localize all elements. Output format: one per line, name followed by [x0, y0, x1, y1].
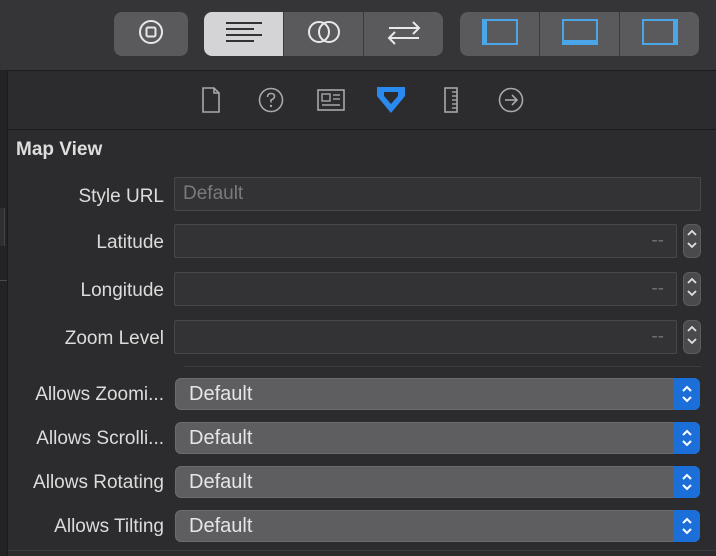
- allows-tilting-popup[interactable]: Default: [175, 510, 700, 542]
- allows-rotating-label: Allows Rotating: [33, 472, 164, 493]
- stop-circle-icon: [138, 19, 164, 50]
- allows-zooming-popup[interactable]: Default: [175, 378, 700, 410]
- toggle-inspector-button[interactable]: [620, 12, 699, 56]
- attributes-icon: [375, 85, 407, 120]
- inspector-panel: Map View Style URL Default Latitude -- L…: [7, 71, 716, 556]
- left-panel-icon: [481, 18, 518, 50]
- allows-scrolling-popup[interactable]: Default: [175, 422, 700, 454]
- allows-scrolling-label: Allows Scrolli...: [36, 428, 164, 449]
- latitude-stepper[interactable]: [683, 224, 701, 258]
- ruler-icon: [443, 86, 459, 118]
- latitude-field[interactable]: --: [174, 224, 677, 258]
- identity-icon: [317, 88, 345, 116]
- standard-editor-button[interactable]: [204, 12, 284, 56]
- version-editor-button[interactable]: [364, 12, 443, 56]
- zoom-level-stepper[interactable]: [683, 320, 701, 354]
- tab-file-inspector[interactable]: [196, 86, 226, 118]
- chevron-up-down-icon: [686, 321, 698, 354]
- overlap-circles-icon: [306, 18, 342, 51]
- right-panel-icon: [641, 18, 678, 50]
- assistant-editor-button[interactable]: [284, 12, 364, 56]
- style-url-label: Style URL: [78, 186, 164, 207]
- zoom-level-value: --: [651, 326, 664, 347]
- latitude-label: Latitude: [96, 232, 164, 253]
- chevron-up-down-icon: [673, 422, 700, 454]
- tab-bar-divider: [8, 129, 716, 130]
- longitude-stepper[interactable]: [683, 272, 701, 306]
- longitude-field[interactable]: --: [174, 272, 677, 306]
- style-url-placeholder: Default: [183, 183, 244, 204]
- toggle-navigator-button[interactable]: [460, 12, 540, 56]
- chevron-up-down-icon: [673, 466, 700, 498]
- allows-tilting-label: Allows Tilting: [54, 516, 164, 537]
- allows-tilting-value: Default: [189, 515, 253, 537]
- allows-scrolling-value: Default: [189, 427, 253, 449]
- allows-zooming-value: Default: [189, 383, 253, 405]
- section-title: Map View: [16, 139, 103, 160]
- tab-identity-inspector[interactable]: [316, 88, 346, 116]
- editor-mode-segmented-control: [204, 12, 443, 56]
- editor-edge-line: [0, 280, 7, 281]
- chevron-up-down-icon: [673, 510, 700, 542]
- toolbar: [0, 0, 716, 71]
- chevron-up-down-icon: [686, 225, 698, 258]
- tab-quick-help[interactable]: [256, 87, 286, 118]
- editor-edge-handle: [0, 208, 5, 246]
- text-lines-icon: [224, 20, 264, 49]
- chevron-up-down-icon: [673, 378, 700, 410]
- zoom-level-field[interactable]: --: [174, 320, 677, 354]
- swap-arrows-icon: [385, 18, 423, 51]
- stop-button[interactable]: [114, 12, 188, 56]
- inspector-tab-bar: [8, 86, 716, 118]
- chevron-up-down-icon: [686, 273, 698, 306]
- tab-size-inspector[interactable]: [436, 86, 466, 118]
- longitude-label: Longitude: [80, 280, 164, 301]
- file-icon: [201, 86, 221, 118]
- allows-zooming-label: Allows Zoomi...: [35, 384, 164, 405]
- longitude-value: --: [651, 278, 664, 299]
- help-icon: [258, 87, 284, 118]
- tab-attributes-inspector[interactable]: [376, 86, 406, 116]
- latitude-value: --: [651, 230, 664, 251]
- zoom-level-label: Zoom Level: [64, 328, 164, 349]
- bottom-panel-icon: [561, 18, 598, 50]
- style-url-field[interactable]: Default: [174, 177, 701, 211]
- tab-connections-inspector[interactable]: [496, 87, 526, 118]
- allows-rotating-popup[interactable]: Default: [175, 466, 700, 498]
- toggle-debug-area-button[interactable]: [540, 12, 620, 56]
- connections-icon: [498, 87, 524, 118]
- bottom-divider: [8, 550, 716, 551]
- editor-edge: [0, 70, 7, 556]
- allows-rotating-value: Default: [189, 471, 253, 493]
- section-separator: [184, 366, 701, 367]
- panel-toggles: [460, 12, 699, 56]
